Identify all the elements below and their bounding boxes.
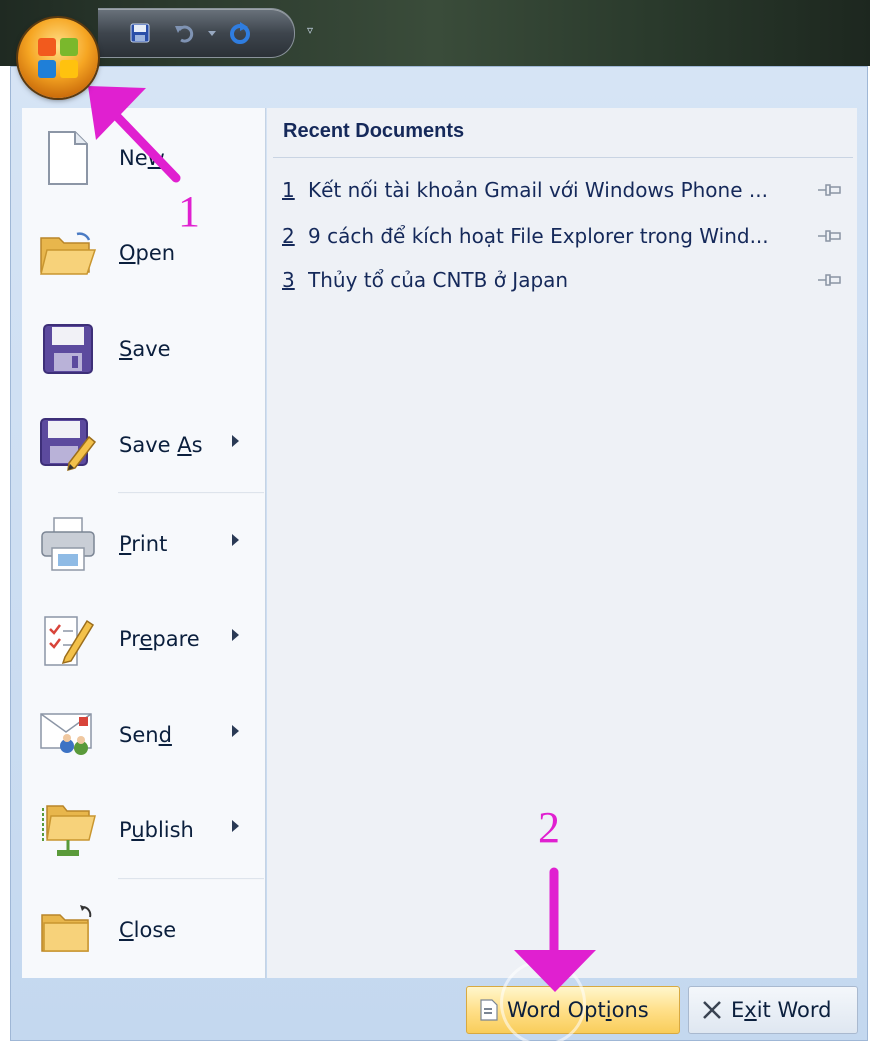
step2-label: 2 — [538, 803, 560, 852]
office-logo-icon — [38, 38, 78, 78]
annotation-overlay — [88, 86, 596, 992]
step1-label: 1 — [178, 187, 200, 236]
office-button[interactable] — [18, 18, 98, 98]
step1-arrow — [88, 86, 181, 183]
step2-arrow — [514, 867, 596, 992]
